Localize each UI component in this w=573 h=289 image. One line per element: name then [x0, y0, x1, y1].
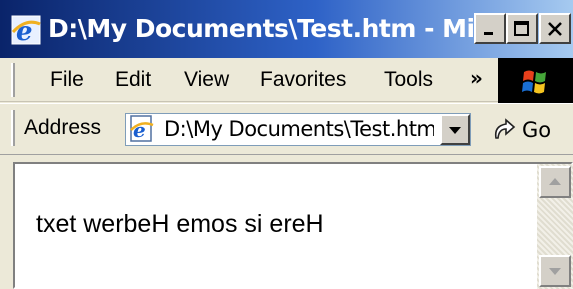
address-label: Address	[24, 116, 102, 139]
minimize-button[interactable]	[474, 13, 506, 44]
menu-tools[interactable]: Tools	[384, 58, 433, 102]
address-value[interactable]: D:\My Documents\Test.htm	[164, 113, 434, 146]
close-icon	[548, 21, 562, 36]
scroll-down-button[interactable]	[539, 255, 571, 287]
go-button[interactable]: Go	[490, 110, 570, 150]
maximize-icon	[514, 20, 529, 36]
maximize-button[interactable]	[506, 13, 538, 44]
menu-favorites[interactable]: Favorites	[260, 58, 346, 102]
chevron-down-icon	[549, 268, 561, 275]
menu-edit[interactable]: Edit	[115, 58, 151, 102]
ie-icon[interactable]: e	[10, 14, 42, 47]
go-arrow-icon	[494, 118, 516, 139]
address-dropdown-button[interactable]	[440, 114, 470, 145]
menu-overflow-chevron-icon[interactable]: »	[470, 58, 492, 102]
svg-text:e: e	[133, 118, 146, 142]
menu-view[interactable]: View	[184, 58, 229, 102]
window-title: D:\My Documents\Test.htm - Micr...	[48, 14, 478, 43]
close-button[interactable]	[539, 13, 571, 44]
chevron-down-icon	[449, 126, 461, 134]
menu-grip[interactable]	[11, 63, 15, 97]
menu-file[interactable]: File	[50, 58, 84, 102]
address-grip[interactable]	[11, 110, 15, 146]
scroll-up-button[interactable]	[539, 166, 571, 198]
minimize-icon	[484, 31, 493, 35]
windows-logo-icon	[498, 58, 573, 104]
page-icon: e	[128, 115, 156, 143]
go-label: Go	[522, 118, 552, 142]
page-text: txet werbeH emos si ereH	[36, 210, 324, 238]
chevron-up-icon	[549, 178, 561, 185]
